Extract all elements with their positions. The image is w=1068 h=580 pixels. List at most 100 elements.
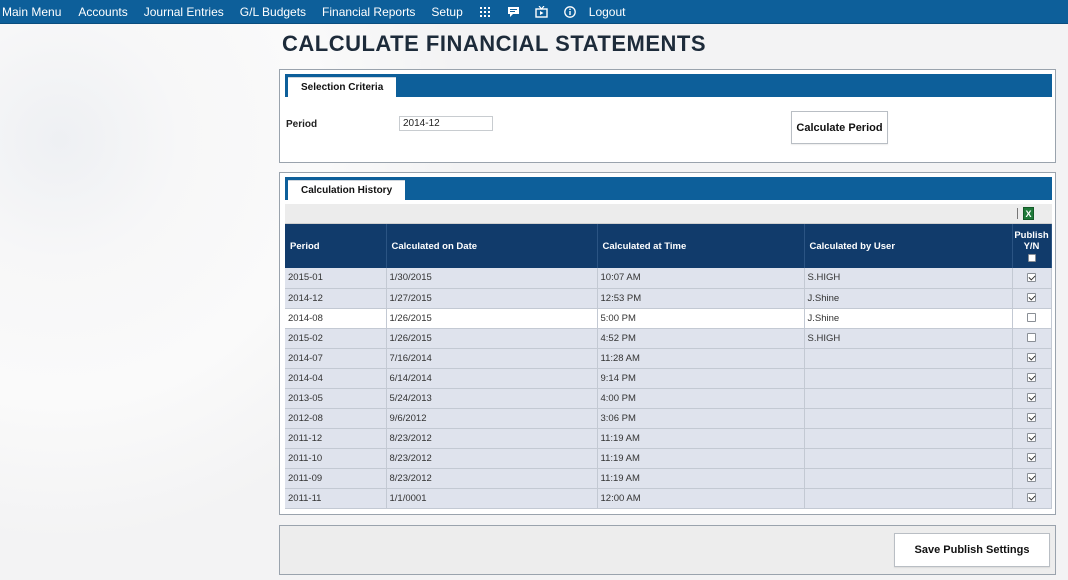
publish-checkbox[interactable]	[1027, 493, 1036, 503]
period-input[interactable]	[399, 116, 493, 131]
cell-publish	[1012, 448, 1052, 469]
table-row[interactable]: 2014-04 6/14/2014 9:14 PM	[285, 368, 1052, 389]
column-header-time[interactable]: Calculated at Time	[597, 224, 805, 268]
cell-time: 10:07 AM	[597, 268, 805, 289]
tab-calculation-history[interactable]: Calculation History	[288, 180, 406, 200]
publish-yn-label: Y/N	[1023, 240, 1040, 252]
selection-criteria-panel: Selection Criteria Period Calculate Peri…	[279, 69, 1056, 163]
cell-publish	[1012, 288, 1052, 309]
publish-checkbox[interactable]	[1027, 313, 1036, 323]
cell-date: 7/16/2014	[386, 348, 598, 369]
cell-date: 9/6/2012	[386, 408, 598, 429]
cell-user	[804, 428, 1013, 449]
table-row[interactable]: 2014-08 1/26/2015 5:00 PM J.Shine	[285, 308, 1052, 329]
cell-time: 4:52 PM	[597, 328, 805, 349]
history-tabbar: Calculation History	[285, 177, 1052, 200]
table-row[interactable]: 2013-05 5/24/2013 4:00 PM	[285, 388, 1052, 409]
nav-main-menu[interactable]: Main Menu	[2, 0, 61, 24]
chat-icon[interactable]	[504, 0, 524, 24]
publish-header-label: Publish	[1014, 229, 1049, 241]
table-row[interactable]: 2011-10 8/23/2012 11:19 AM	[285, 448, 1052, 469]
nav-setup[interactable]: Setup	[431, 0, 462, 24]
cell-date: 5/24/2013	[386, 388, 598, 409]
nav-journal-entries[interactable]: Journal Entries	[144, 0, 224, 24]
table-row[interactable]: 2011-09 8/23/2012 11:19 AM	[285, 468, 1052, 489]
cell-publish	[1012, 468, 1052, 489]
column-header-date[interactable]: Calculated on Date	[386, 224, 598, 268]
table-row[interactable]: 2012-08 9/6/2012 3:06 PM	[285, 408, 1052, 429]
cell-publish	[1012, 388, 1052, 409]
cell-time: 11:19 AM	[597, 428, 805, 449]
table-row[interactable]: 2015-02 1/26/2015 4:52 PM S.HIGH	[285, 328, 1052, 349]
page-title: CALCULATE FINANCIAL STATEMENTS	[282, 31, 707, 56]
cell-user	[804, 388, 1013, 409]
period-label: Period	[286, 119, 318, 130]
cell-date: 1/26/2015	[386, 308, 598, 329]
cell-period: 2011-09	[285, 468, 387, 489]
nav-accounts[interactable]: Accounts	[78, 0, 127, 24]
calculate-period-button[interactable]: Calculate Period	[791, 111, 888, 144]
cell-period: 2015-02	[285, 328, 387, 349]
grid-icon[interactable]	[475, 0, 495, 24]
cell-period: 2014-12	[285, 288, 387, 309]
cell-period: 2014-07	[285, 348, 387, 369]
cell-date: 1/30/2015	[386, 268, 598, 289]
table-row[interactable]: 2011-12 8/23/2012 11:19 AM	[285, 428, 1052, 449]
publish-select-all-checkbox[interactable]	[1027, 253, 1036, 262]
nav-financial-reports[interactable]: Financial Reports	[322, 0, 415, 24]
cell-user	[804, 488, 1013, 509]
calculation-history-panel: Calculation History X Period Calculated …	[279, 172, 1056, 515]
publish-checkbox[interactable]	[1027, 353, 1036, 363]
cell-period: 2011-12	[285, 428, 387, 449]
nav-gl-budgets[interactable]: G/L Budgets	[240, 0, 306, 24]
publish-checkbox[interactable]	[1027, 273, 1036, 283]
cell-period: 2014-08	[285, 308, 387, 329]
table-row[interactable]: 2014-12 1/27/2015 12:53 PM J.Shine	[285, 288, 1052, 309]
column-header-period[interactable]: Period	[285, 224, 387, 268]
info-icon[interactable]	[560, 0, 580, 24]
table-row[interactable]: 2015-01 1/30/2015 10:07 AM S.HIGH	[285, 268, 1052, 289]
nav-logout[interactable]: Logout	[589, 0, 626, 24]
publish-checkbox[interactable]	[1027, 433, 1036, 443]
cell-user	[804, 448, 1013, 469]
cell-user	[804, 348, 1013, 369]
cell-publish	[1012, 488, 1052, 509]
cell-user	[804, 408, 1013, 429]
cell-time: 4:00 PM	[597, 388, 805, 409]
cell-time: 12:53 PM	[597, 288, 805, 309]
table-row[interactable]: 2011-11 1/1/0001 12:00 AM	[285, 488, 1052, 509]
cell-publish	[1012, 368, 1052, 389]
table-row[interactable]: 2014-07 7/16/2014 11:28 AM	[285, 348, 1052, 369]
cell-time: 5:00 PM	[597, 308, 805, 329]
publish-checkbox[interactable]	[1027, 393, 1036, 403]
publish-checkbox[interactable]	[1027, 473, 1036, 483]
cell-date: 8/23/2012	[386, 428, 598, 449]
publish-checkbox[interactable]	[1027, 333, 1036, 343]
cell-time: 11:19 AM	[597, 448, 805, 469]
cell-period: 2015-01	[285, 268, 387, 289]
publish-checkbox[interactable]	[1027, 293, 1036, 303]
publish-checkbox[interactable]	[1027, 453, 1036, 463]
cell-period: 2013-05	[285, 388, 387, 409]
cell-time: 11:28 AM	[597, 348, 805, 369]
video-icon[interactable]	[532, 0, 552, 24]
selection-tabbar: Selection Criteria	[285, 74, 1052, 97]
cell-publish	[1012, 308, 1052, 329]
tab-selection-criteria[interactable]: Selection Criteria	[288, 77, 397, 97]
save-publish-settings-button[interactable]: Save Publish Settings	[894, 533, 1050, 567]
cell-user: J.Shine	[804, 288, 1013, 309]
cell-user: S.HIGH	[804, 268, 1013, 289]
history-toolbar: X	[285, 204, 1052, 224]
publish-checkbox[interactable]	[1027, 413, 1036, 423]
excel-export-icon[interactable]: X	[1023, 207, 1034, 220]
cell-publish	[1012, 408, 1052, 429]
column-header-user[interactable]: Calculated by User	[804, 224, 1013, 268]
top-nav: Main Menu Accounts Journal Entries G/L B…	[0, 0, 1068, 24]
cell-user	[804, 468, 1013, 489]
column-header-publish: Publish Y/N	[1012, 224, 1052, 268]
toolbar-divider	[1017, 208, 1018, 219]
table-header-row: Period Calculated on Date Calculated at …	[285, 224, 1052, 268]
cell-publish	[1012, 268, 1052, 289]
publish-checkbox[interactable]	[1027, 373, 1036, 383]
cell-period: 2014-04	[285, 368, 387, 389]
